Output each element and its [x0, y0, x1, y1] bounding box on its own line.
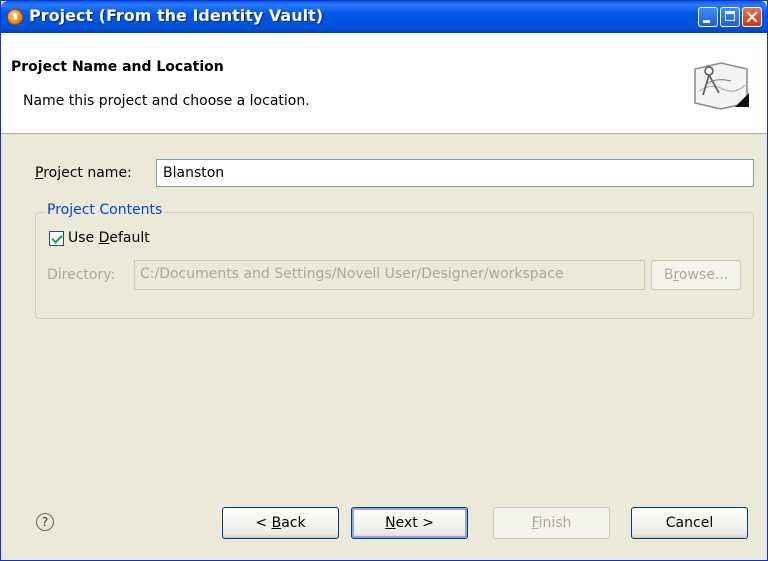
- project-name-input[interactable]: [156, 159, 754, 187]
- directory-label: Directory:: [47, 267, 116, 283]
- directory-field: C:/Documents and Settings/Novell User/De…: [134, 260, 645, 290]
- next-mnemonic: N: [385, 515, 396, 531]
- back-mnemonic: B: [271, 515, 282, 531]
- new-project-wizard-icon: [694, 62, 749, 110]
- maximize-button[interactable]: [720, 7, 740, 27]
- project-name-label-text: roject name:: [43, 165, 132, 181]
- page-description: Name this project and choose a location.: [23, 93, 310, 109]
- page-title: Project Name and Location: [11, 59, 224, 75]
- window-title: Project (From the Identity Vault): [29, 6, 324, 25]
- browse-button: Browse...: [651, 260, 741, 290]
- browse-text-a: B: [663, 267, 674, 283]
- use-default-label[interactable]: Use Default: [68, 230, 150, 246]
- finish-mnemonic: F: [531, 515, 539, 531]
- project-name-mnemonic: P: [35, 165, 44, 181]
- help-icon[interactable]: ?: [36, 513, 54, 531]
- use-default-mnemonic: D: [98, 230, 110, 246]
- title-bar[interactable]: Project (From the Identity Vault): [1, 1, 767, 33]
- browse-text-b: owse...: [678, 267, 729, 283]
- cancel-button[interactable]: Cancel: [631, 507, 748, 539]
- app-icon: [7, 9, 23, 25]
- minimize-button[interactable]: [698, 7, 718, 27]
- use-default-text-b: efault: [109, 230, 150, 246]
- next-button[interactable]: Next >: [351, 507, 468, 539]
- project-contents-title: Project Contents: [45, 202, 165, 218]
- back-button[interactable]: < Back: [222, 507, 339, 539]
- project-name-label: Project name:: [35, 165, 132, 181]
- close-button[interactable]: [742, 7, 762, 27]
- wizard-window: Project (From the Identity Vault) Projec…: [0, 0, 768, 561]
- finish-button: Finish: [493, 507, 610, 539]
- wizard-banner: Project Name and Location Name this proj…: [1, 33, 767, 134]
- back-text-a: <: [255, 515, 272, 531]
- use-default-checkbox[interactable]: [49, 231, 64, 246]
- use-default-text-a: Use: [68, 230, 99, 246]
- next-text: ext >: [395, 515, 434, 531]
- back-text-b: ack: [281, 515, 306, 531]
- finish-text: inish: [538, 515, 572, 531]
